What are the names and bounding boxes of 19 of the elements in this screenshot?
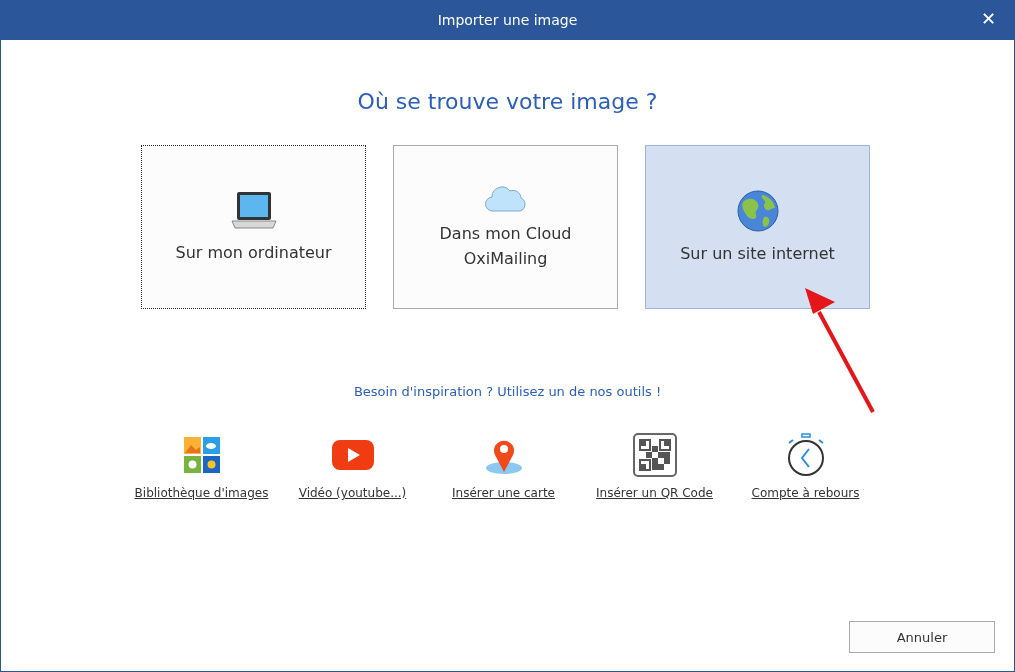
tool-link[interactable]: Insérer un QR Code	[579, 432, 730, 500]
play-icon	[331, 440, 374, 470]
source-option[interactable]: Sur un site internet	[645, 145, 870, 309]
close-button[interactable]: ✕	[976, 8, 1000, 29]
tools-prompt: Besoin d'inspiration ? Utilisez un de nos outils !	[353, 384, 662, 399]
cancel-button[interactable]: Annuler	[849, 621, 995, 653]
source-option[interactable]: Sur mon ordinateur	[141, 145, 366, 309]
tool-link[interactable]: Bibliothèque d'images	[126, 432, 277, 500]
tool-link[interactable]: Vidéo (youtube...)	[277, 432, 428, 500]
qr-code-icon	[632, 433, 677, 477]
globe-icon	[735, 188, 780, 233]
dialog-heading: Où se trouve votre image ?	[357, 88, 658, 116]
tool-link[interactable]: Insérer une carte	[428, 432, 579, 500]
laptop-icon	[229, 189, 278, 232]
window-title: Importer une image	[437, 12, 578, 28]
cloud-icon	[483, 183, 528, 213]
image-gallery-icon	[183, 437, 220, 473]
source-option[interactable]: Dans mon Cloud OxiMailing	[393, 145, 618, 309]
tool-link[interactable]: Compte à rebours	[730, 432, 881, 500]
